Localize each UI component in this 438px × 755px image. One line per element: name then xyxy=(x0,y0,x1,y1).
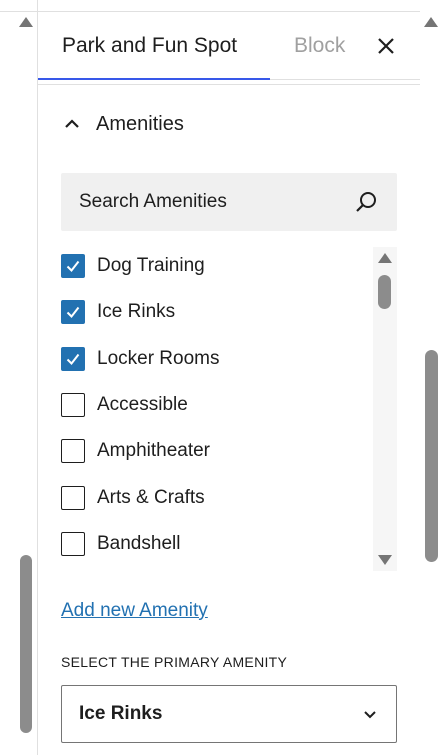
amenities-panel-toggle[interactable]: Amenities xyxy=(62,108,184,140)
primary-amenity-select[interactable]: Ice Rinks xyxy=(61,685,397,743)
sidebar-tabs: Park and Fun Spot Block xyxy=(38,12,420,80)
checkbox[interactable] xyxy=(61,393,85,417)
checkbox-label: Arts & Crafts xyxy=(97,487,205,508)
checkmark-icon xyxy=(66,260,80,273)
chevron-up-icon xyxy=(62,114,82,134)
search-amenities-input[interactable] xyxy=(61,173,351,231)
checklist-scrollbar[interactable] xyxy=(373,247,397,571)
checkbox-label: Accessible xyxy=(97,394,188,415)
checkmark-icon xyxy=(66,306,80,319)
add-new-amenity-link[interactable]: Add new Amenity xyxy=(61,600,208,622)
checklist-scrollbar-thumb[interactable] xyxy=(378,275,391,309)
sidebar-scrollbar-thumb[interactable] xyxy=(425,350,438,562)
checkbox-label: Locker Rooms xyxy=(97,348,220,369)
primary-amenity-value: Ice Rinks xyxy=(79,703,163,724)
checklist-item-ice-rinks[interactable]: Ice Rinks xyxy=(61,297,175,327)
checklist-item-bandshell[interactable]: Bandshell xyxy=(61,529,180,559)
checklist-item-dog-training[interactable]: Dog Training xyxy=(61,251,205,281)
checkbox-label: Ice Rinks xyxy=(97,301,176,322)
editor-scroll-up-arrow[interactable] xyxy=(19,17,33,27)
checkbox[interactable] xyxy=(61,532,85,556)
close-icon xyxy=(378,38,394,54)
editor-scrollbar-thumb[interactable] xyxy=(20,555,32,733)
checkbox[interactable] xyxy=(61,347,85,371)
checkbox-label: Amphitheater xyxy=(97,440,211,461)
amenities-checklist: Dog Training Ice Rinks Locker Rooms Acce… xyxy=(61,247,397,571)
tab-park-and-fun-spot[interactable]: Park and Fun Spot xyxy=(38,12,270,80)
scroll-down-arrow[interactable] xyxy=(378,555,392,565)
sidebar-scrollbar[interactable] xyxy=(420,0,438,755)
sidebar-scroll-up-arrow[interactable] xyxy=(424,17,438,27)
checklist-item-accessible[interactable]: Accessible xyxy=(61,390,188,420)
checklist-item-arts-and-crafts[interactable]: Arts & Crafts xyxy=(61,483,205,513)
panel-divider xyxy=(38,84,420,85)
checkbox-label: Bandshell xyxy=(97,533,181,554)
checkbox[interactable] xyxy=(61,254,85,278)
close-sidebar-button[interactable] xyxy=(372,32,400,60)
search-icon[interactable] xyxy=(354,190,378,214)
editor-canvas-edge xyxy=(0,0,38,755)
checkbox[interactable] xyxy=(61,300,85,324)
chevron-down-icon xyxy=(364,711,376,719)
checklist-item-amphitheater[interactable]: Amphitheater xyxy=(61,436,210,466)
checklist-item-locker-rooms[interactable]: Locker Rooms xyxy=(61,344,220,374)
scroll-up-arrow[interactable] xyxy=(378,253,392,263)
checkbox[interactable] xyxy=(61,486,85,510)
checkbox[interactable] xyxy=(61,439,85,463)
tab-block[interactable]: Block xyxy=(294,12,354,80)
primary-amenity-label: SELECT THE PRIMARY AMENITY xyxy=(61,654,288,670)
amenities-panel-title: Amenities xyxy=(96,112,184,135)
checkbox-label: Dog Training xyxy=(97,255,205,276)
amenities-search xyxy=(61,173,397,231)
checkmark-icon xyxy=(66,353,80,366)
settings-sidebar: Park and Fun Spot Block Amenities Dog Tr… xyxy=(38,12,420,755)
